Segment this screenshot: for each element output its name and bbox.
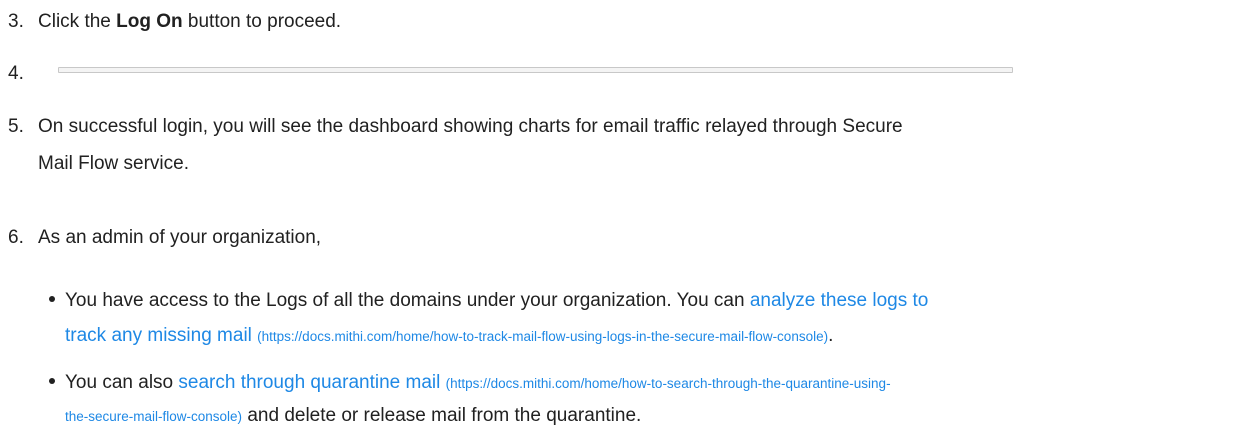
step-number: 3. [8,11,24,32]
logs-url: (https://docs.mithi.com/home/how-to-trac… [257,329,829,345]
track-missing-mail-link[interactable]: track any missing mail [65,325,252,346]
quarantine-url-line2: the-secure-mail-flow-console) [65,409,243,425]
step-text-line1: On successful login, you will see the da… [38,116,903,137]
step-5: 5. On successful login, you will see the … [8,111,1248,180]
step-4: 4. [8,58,1248,84]
step-number: 6. [8,227,24,248]
bullet-item-logs: You have access to the Logs of all the d… [49,285,1250,352]
step-text: As an admin of your organization, [38,227,322,248]
search-quarantine-link[interactable]: search through quarantine mail [178,372,440,393]
analyze-logs-link[interactable]: analyze these logs to [750,290,929,311]
step-text-line2: Mail Flow service. [38,153,189,175]
log-on-label: Log On [116,11,183,32]
step-text: Click the Log On button to proceed. [38,11,342,32]
step-6: 6. As an admin of your organization, [8,222,1248,253]
bullet-dot-icon [49,378,55,384]
step-number: 5. [8,116,24,137]
step-number: 4. [8,63,24,84]
step-3: 3. Click the Log On button to proceed. [8,6,1248,37]
quarantine-url-line1: (https://docs.mithi.com/home/how-to-sear… [445,376,891,391]
bullet-dot-icon [49,296,55,302]
bullet-item-quarantine: You can also search through quarantine m… [49,367,1250,432]
screenshot-image-placeholder [58,67,1013,73]
